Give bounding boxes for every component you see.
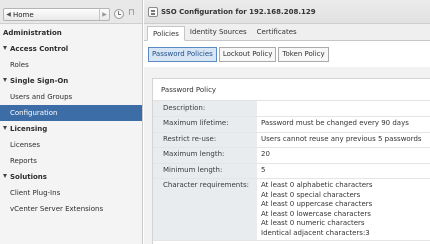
- tab-identity-sources[interactable]: Identity Sources: [185, 25, 252, 40]
- nav-header-administration: Administration: [0, 25, 142, 41]
- min-length-value: 5: [257, 163, 430, 179]
- nav-label: Licenses: [10, 141, 41, 149]
- nav-item-users-and-groups[interactable]: Users and Groups: [0, 89, 142, 105]
- nav-group-solutions[interactable]: Solutions: [0, 169, 142, 185]
- max-lifetime-label: Maximum lifetime:: [153, 116, 257, 133]
- policy-table: Description: Maximum lifetime: Password …: [153, 101, 430, 241]
- nav-label: vCenter Server Extensions: [10, 205, 104, 213]
- requirement-line: At least 0 numeric characters: [261, 219, 365, 227]
- restrict-reuse-label: Restrict re-use:: [153, 132, 257, 148]
- table-row: Maximum lifetime: Password must be chang…: [153, 116, 430, 133]
- tab-certificates[interactable]: Certificates: [252, 25, 302, 40]
- page-title: SSO Configuration for 192.168.208.129: [161, 7, 316, 16]
- expand-triangle-icon[interactable]: [3, 78, 7, 82]
- char-requirements-label: Character requirements:: [153, 178, 257, 241]
- description-label: Description:: [153, 101, 257, 117]
- table-row: Restrict re-use: Users cannot reuse any …: [153, 132, 430, 148]
- home-label[interactable]: Home: [13, 11, 99, 19]
- nav-item-reports[interactable]: Reports: [0, 153, 142, 169]
- policy-subtabs: Password Policies Lockout Policy Token P…: [144, 41, 430, 67]
- nav-group-licensing[interactable]: Licensing: [0, 121, 142, 137]
- nav-label: Users and Groups: [10, 93, 73, 101]
- requirement-line: At least 0 lowercase characters: [261, 209, 371, 218]
- nav-group-access-control[interactable]: Access Control: [0, 41, 142, 57]
- nav-group-single-sign-on[interactable]: Single Sign-On: [0, 73, 142, 89]
- panel-title: Password Policy: [153, 79, 430, 101]
- table-row: Minimum length: 5: [153, 163, 430, 179]
- nav-label: Client Plug-Ins: [10, 189, 61, 197]
- back-arrow-icon[interactable]: ◀: [4, 11, 13, 18]
- table-row: Description:: [153, 101, 430, 117]
- nav-item-licenses[interactable]: Licenses: [0, 137, 142, 153]
- nav-label: Configuration: [10, 109, 58, 117]
- content-titlebar: SSO Configuration for 192.168.208.129: [144, 0, 430, 24]
- password-policy-panel: Password Policy Description: Maximum lif…: [152, 78, 430, 244]
- subtab-lockout-policy[interactable]: Lockout Policy: [218, 46, 277, 62]
- nav-label: Licensing: [10, 125, 48, 133]
- sso-config-icon: [148, 6, 158, 17]
- main-tabs: Policies Identity Sources Certificates: [144, 24, 430, 41]
- nav-label: Solutions: [10, 173, 47, 181]
- navigator-panel: ◀ Home ▶ ⊓ Administration Access Control…: [0, 0, 143, 244]
- min-length-label: Minimum length:: [153, 163, 257, 179]
- max-length-value: 20: [257, 147, 430, 164]
- subtab-token-policy[interactable]: Token Policy: [278, 46, 329, 62]
- navigator-tree: Administration Access Control Roles Sing…: [0, 25, 142, 217]
- nav-label: Roles: [10, 61, 29, 69]
- nav-label: Access Control: [10, 45, 69, 53]
- history-icon[interactable]: [114, 9, 124, 19]
- home-breadcrumb[interactable]: ◀ Home ▶: [3, 8, 110, 21]
- expand-triangle-icon[interactable]: [3, 174, 7, 178]
- max-lifetime-value: Password must be changed every 90 days: [257, 116, 430, 133]
- nav-label: Reports: [10, 157, 37, 165]
- nav-label: Single Sign-On: [10, 77, 69, 85]
- table-row: Maximum length: 20: [153, 147, 430, 164]
- restrict-reuse-value: Users cannot reuse any previous 5 passwo…: [257, 132, 430, 148]
- max-length-label: Maximum length:: [153, 147, 257, 164]
- navigator-toolbar: ◀ Home ▶ ⊓: [0, 0, 142, 24]
- nav-item-configuration[interactable]: Configuration: [0, 105, 142, 121]
- tab-policies[interactable]: Policies: [147, 26, 185, 41]
- expand-triangle-icon[interactable]: [3, 126, 7, 130]
- pin-icon[interactable]: ⊓: [128, 7, 135, 19]
- requirement-line: Identical adjacent characters:3: [261, 228, 370, 237]
- forward-arrow-icon[interactable]: ▶: [100, 11, 109, 18]
- nav-item-client-plug-ins[interactable]: Client Plug-Ins: [0, 185, 142, 201]
- subtab-password-policies[interactable]: Password Policies: [148, 46, 217, 62]
- char-requirements-value: At least 0 alphabetic characters At leas…: [257, 178, 430, 241]
- requirement-line: At least 0 alphabetic characters: [261, 181, 373, 189]
- requirement-line: At least 0 special characters: [261, 190, 361, 199]
- content-area: SSO Configuration for 192.168.208.129 Po…: [144, 0, 430, 244]
- nav-label: Administration: [3, 29, 62, 37]
- nav-item-roles[interactable]: Roles: [0, 57, 142, 73]
- nav-item-vcenter-server-extensions[interactable]: vCenter Server Extensions: [0, 201, 142, 217]
- expand-triangle-icon[interactable]: [3, 46, 7, 50]
- description-value: [257, 101, 430, 117]
- requirement-line: At least 0 uppercase characters: [261, 200, 373, 208]
- table-row: Character requirements: At least 0 alpha…: [153, 178, 430, 241]
